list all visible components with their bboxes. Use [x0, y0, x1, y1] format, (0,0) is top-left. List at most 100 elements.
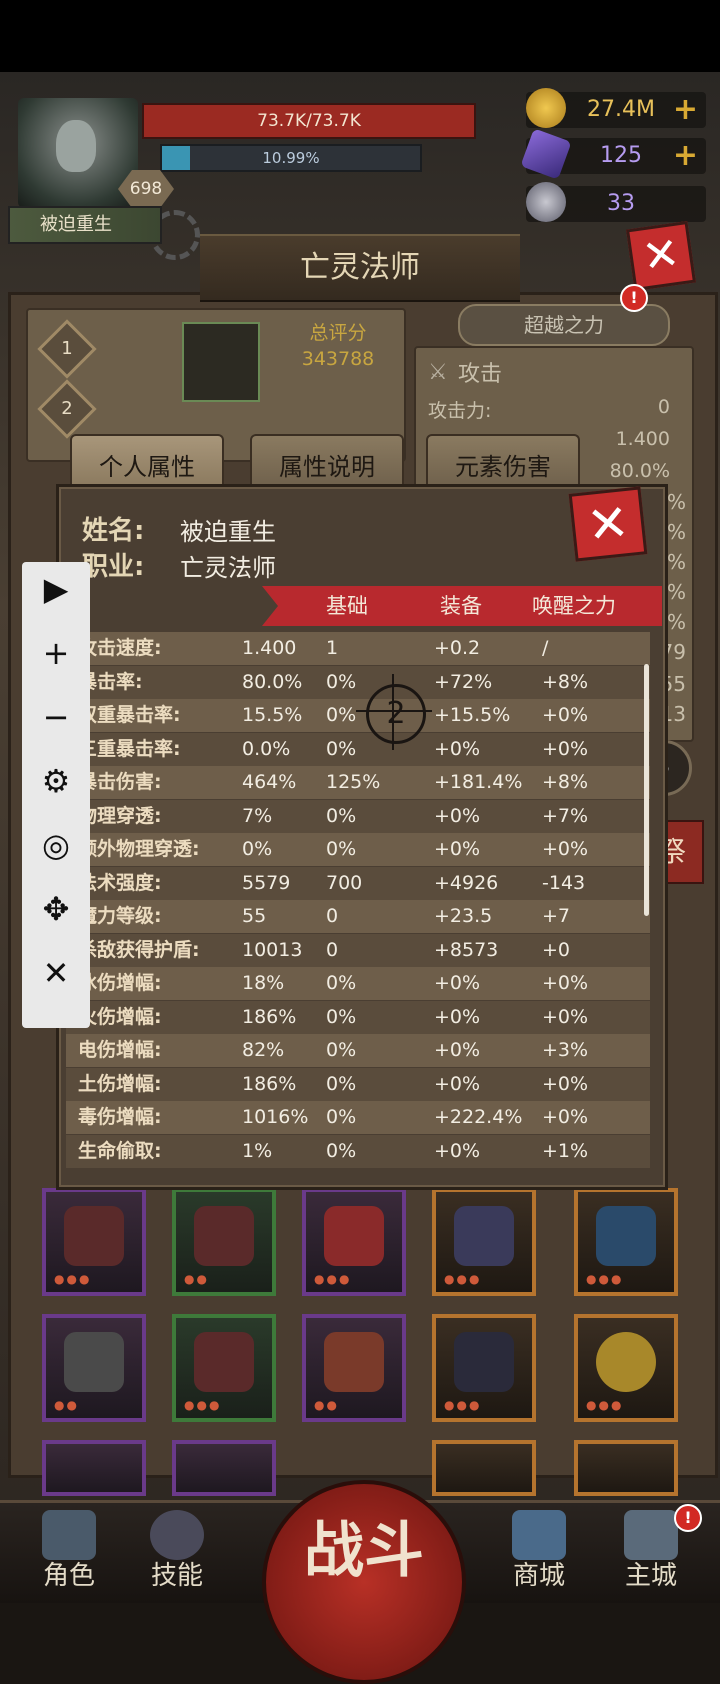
stat-value: 0% — [326, 1039, 357, 1061]
attack-title: 攻击 — [458, 362, 503, 387]
nav-role[interactable]: 角色 — [24, 1506, 114, 1598]
stat-value: +0% — [542, 972, 589, 994]
star-dots: ●●● — [314, 1272, 352, 1286]
equip-slot[interactable] — [172, 1440, 276, 1496]
attack-row-value: 0 — [657, 396, 670, 418]
castle-icon — [624, 1510, 678, 1560]
star-dots: ●●● — [444, 1398, 482, 1412]
stat-value: +15.5% — [434, 704, 511, 726]
stat-row: 三重暴击率: 0.0% 0% +0% +0% — [66, 732, 650, 766]
stat-value: +72% — [434, 670, 493, 693]
stats-table[interactable]: 攻击速度: 1.400 1 +0.2/暴击率: 80.0% 0% +72% +8% 双重暴击率:… — [66, 632, 650, 1170]
stat-name: 攻击速度: — [78, 637, 162, 659]
stat-value: +0% — [434, 1039, 481, 1061]
player-name-banner[interactable]: 被迫重生 — [8, 206, 162, 244]
star-dots: ●● — [54, 1398, 79, 1412]
equip-slot[interactable]: ●●● — [574, 1314, 678, 1422]
stat-row: 杀敌获得护盾: 10013 0 +8573 +0 — [66, 933, 650, 967]
nav-label: 主城 — [624, 1561, 677, 1591]
stat-value: +222.4% — [434, 1106, 523, 1128]
hp-bar: 73.7K/73.7K — [142, 103, 476, 139]
battle-button[interactable]: 战斗 — [262, 1480, 466, 1684]
minus-icon[interactable]: − — [22, 690, 90, 744]
stat-name: 毒伤增幅: — [78, 1106, 162, 1128]
status-bar — [0, 0, 720, 72]
stat-value: +0% — [434, 1139, 481, 1162]
equip-slot[interactable]: ●●● — [302, 1188, 406, 1296]
equip-slot[interactable] — [574, 1440, 678, 1496]
stat-value: 0 — [326, 938, 339, 961]
stat-name: 三重暴击率: — [78, 737, 181, 760]
add-gem-button[interactable]: + — [673, 138, 698, 174]
xp-text: 10.99% — [262, 149, 320, 167]
stat-value: 1% — [242, 1139, 273, 1162]
gauntlet-icon — [194, 1332, 254, 1392]
play-icon[interactable]: ▶ — [22, 562, 90, 616]
equip-slot[interactable] — [42, 1440, 146, 1496]
stat-value: +181.4% — [434, 771, 523, 793]
equip-slot[interactable] — [432, 1440, 536, 1496]
equip-slot[interactable]: ●● — [302, 1314, 406, 1422]
close-icon[interactable]: ✕ — [22, 946, 90, 1000]
stat-name: 额外物理穿透: — [78, 838, 200, 860]
equip-slot[interactable]: ●●● — [432, 1314, 536, 1422]
stat-value: +0% — [434, 1005, 481, 1028]
stat-value: 0% — [326, 737, 357, 760]
attack-row-label: 攻击力: — [428, 400, 492, 422]
equip-slot[interactable]: ●●● — [574, 1188, 678, 1296]
stat-name: 生命偷取: — [78, 1139, 162, 1162]
stat-value: 80.0% — [242, 670, 303, 693]
stat-value: 0 — [326, 905, 339, 927]
eye-slash-icon[interactable]: ◎ — [22, 818, 90, 872]
stat-value: +0.2 — [434, 637, 481, 659]
stat-value: +0% — [434, 1072, 481, 1095]
move-icon[interactable]: ✥ — [22, 882, 90, 936]
attack-peek-value: % — [666, 610, 686, 634]
helmet-icon[interactable] — [182, 322, 260, 402]
stat-value: 0% — [326, 972, 357, 994]
stat-value: 0% — [326, 1005, 357, 1028]
stat-value: 5579 — [242, 871, 291, 894]
stat-value: 464% — [242, 771, 297, 793]
stat-value: +8573 — [434, 938, 499, 961]
slot-number: 2 — [61, 398, 73, 419]
close-panel-button[interactable]: ✕ — [625, 220, 697, 292]
plus-icon[interactable]: + — [22, 626, 90, 680]
stat-name: 土伤增幅: — [78, 1072, 162, 1095]
stat-name: 火伤增幅: — [78, 1005, 162, 1028]
star-dots: ●●● — [444, 1272, 482, 1286]
equip-slot[interactable]: ●●● — [42, 1188, 146, 1296]
attack-peek-value: % — [666, 490, 686, 514]
panel-title-bar: 亡灵法师 — [200, 234, 520, 302]
stat-value: +3% — [542, 1039, 589, 1061]
equip-slot[interactable]: ●● — [172, 1188, 276, 1296]
star-dots: ●● — [184, 1272, 209, 1286]
attack-peek-value: % — [666, 550, 686, 574]
armor-icon — [64, 1206, 124, 1266]
scrollbar[interactable] — [644, 664, 649, 916]
stat-value: +0% — [542, 1072, 589, 1095]
shop-icon — [512, 1510, 566, 1560]
add-gold-button[interactable]: + — [673, 92, 698, 128]
class-label: 职业: — [82, 552, 145, 582]
equip-slot[interactable]: ●● — [42, 1314, 146, 1422]
stat-row: 暴击伤害: 464% 125% +181.4% +8% — [66, 766, 650, 799]
stat-value: +0% — [542, 838, 589, 860]
gear-icon[interactable]: ⚙ — [22, 754, 90, 808]
crosshair-marker[interactable]: 2 — [366, 684, 426, 744]
stat-row: 暴击率: 80.0% 0% +72% +8% — [66, 665, 650, 699]
equip-slot[interactable]: ●●● — [172, 1314, 276, 1422]
equip-slot[interactable]: ●●● — [432, 1188, 536, 1296]
attack-row-value: 80.0% — [609, 460, 670, 482]
helmet-icon — [64, 1332, 124, 1392]
stat-value: +8% — [542, 670, 589, 693]
score-label: 总评分 — [309, 322, 367, 344]
stat-row: 电伤增幅: 82% 0% +0% +3% — [66, 1034, 650, 1067]
stat-row: 土伤增幅: 186% 0% +0% +0% — [66, 1067, 650, 1101]
nav-label: 角色 — [42, 1561, 95, 1591]
nav-skill[interactable]: 技能 — [132, 1506, 222, 1598]
xp-bar: 10.99% — [160, 144, 422, 172]
close-dialog-button[interactable]: ✕ — [568, 486, 648, 562]
stat-value: 0% — [326, 804, 357, 827]
nav-shop[interactable]: 商城 — [494, 1506, 584, 1598]
